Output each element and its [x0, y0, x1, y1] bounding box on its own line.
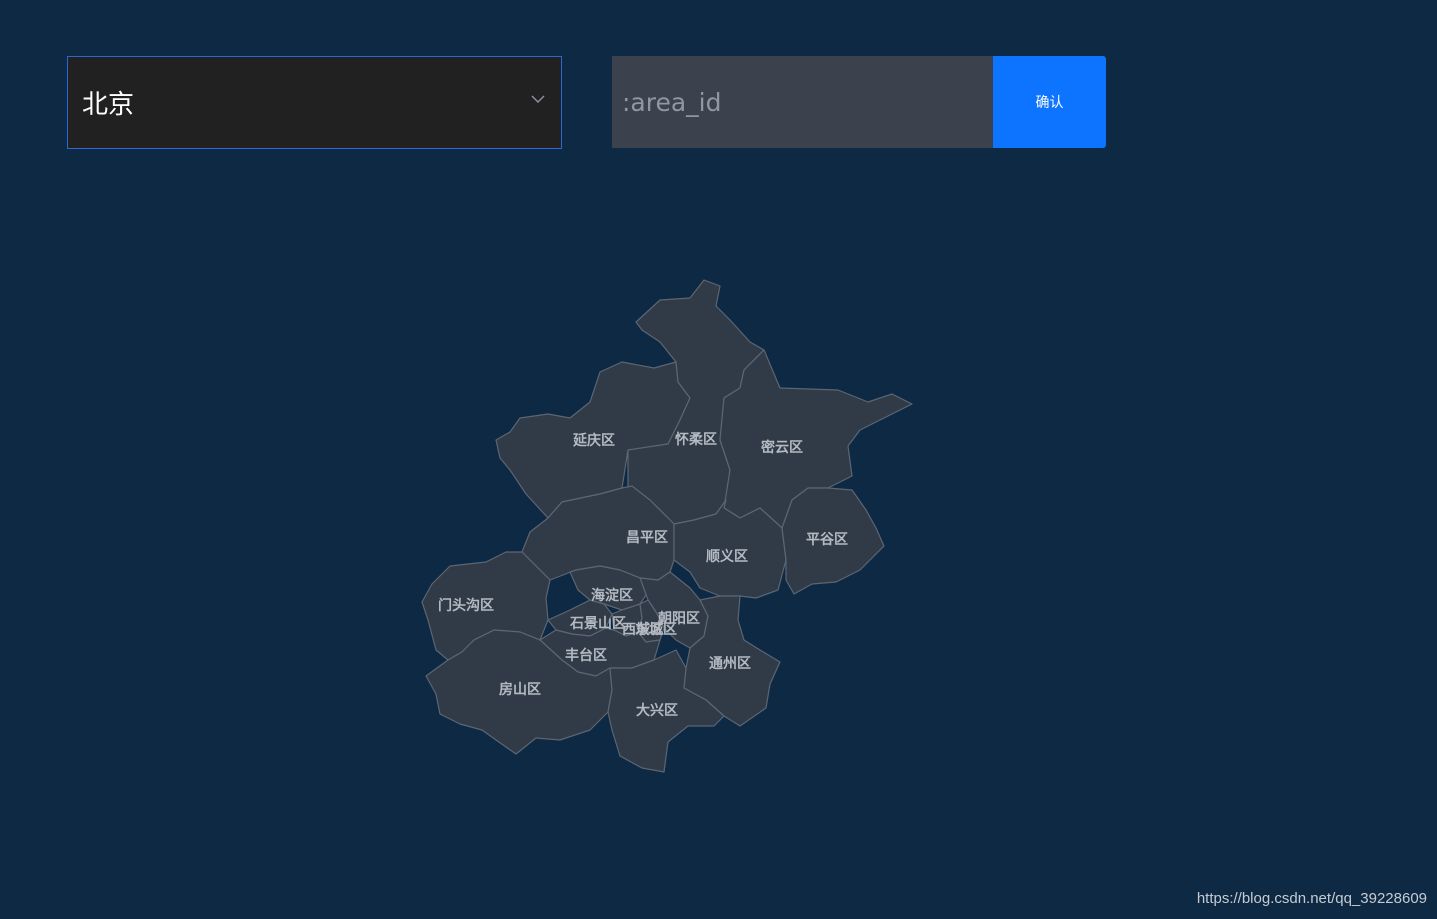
label-dongcheng: 东城区 — [635, 621, 677, 638]
watermark: https://blog.csdn.net/qq_39228609 — [1196, 890, 1427, 907]
label-pinggu: 平谷区 — [806, 532, 848, 548]
label-shijingshan: 石景山区 — [569, 616, 626, 632]
label-miyun: 密云区 — [760, 439, 803, 456]
beijing-district-map: 延庆区 怀柔区 密云区 昌平区 顺义区 平谷区 门头沟区 海淀区 石景山区 朝阳… — [421, 279, 913, 773]
label-huairou: 怀柔区 — [675, 431, 717, 448]
label-yanqing: 延庆区 — [572, 432, 615, 449]
district-shapes — [421, 279, 913, 773]
label-tongzhou: 通州区 — [709, 656, 751, 672]
label-mentougou: 门头沟区 — [438, 597, 494, 614]
label-fengtai: 丰台区 — [565, 647, 607, 664]
label-daxing: 大兴区 — [636, 702, 678, 719]
label-haidian: 海淀区 — [591, 587, 633, 604]
label-fangshan: 房山区 — [499, 681, 541, 698]
label-shunyi: 顺义区 — [706, 548, 748, 565]
label-changping: 昌平区 — [626, 530, 668, 546]
